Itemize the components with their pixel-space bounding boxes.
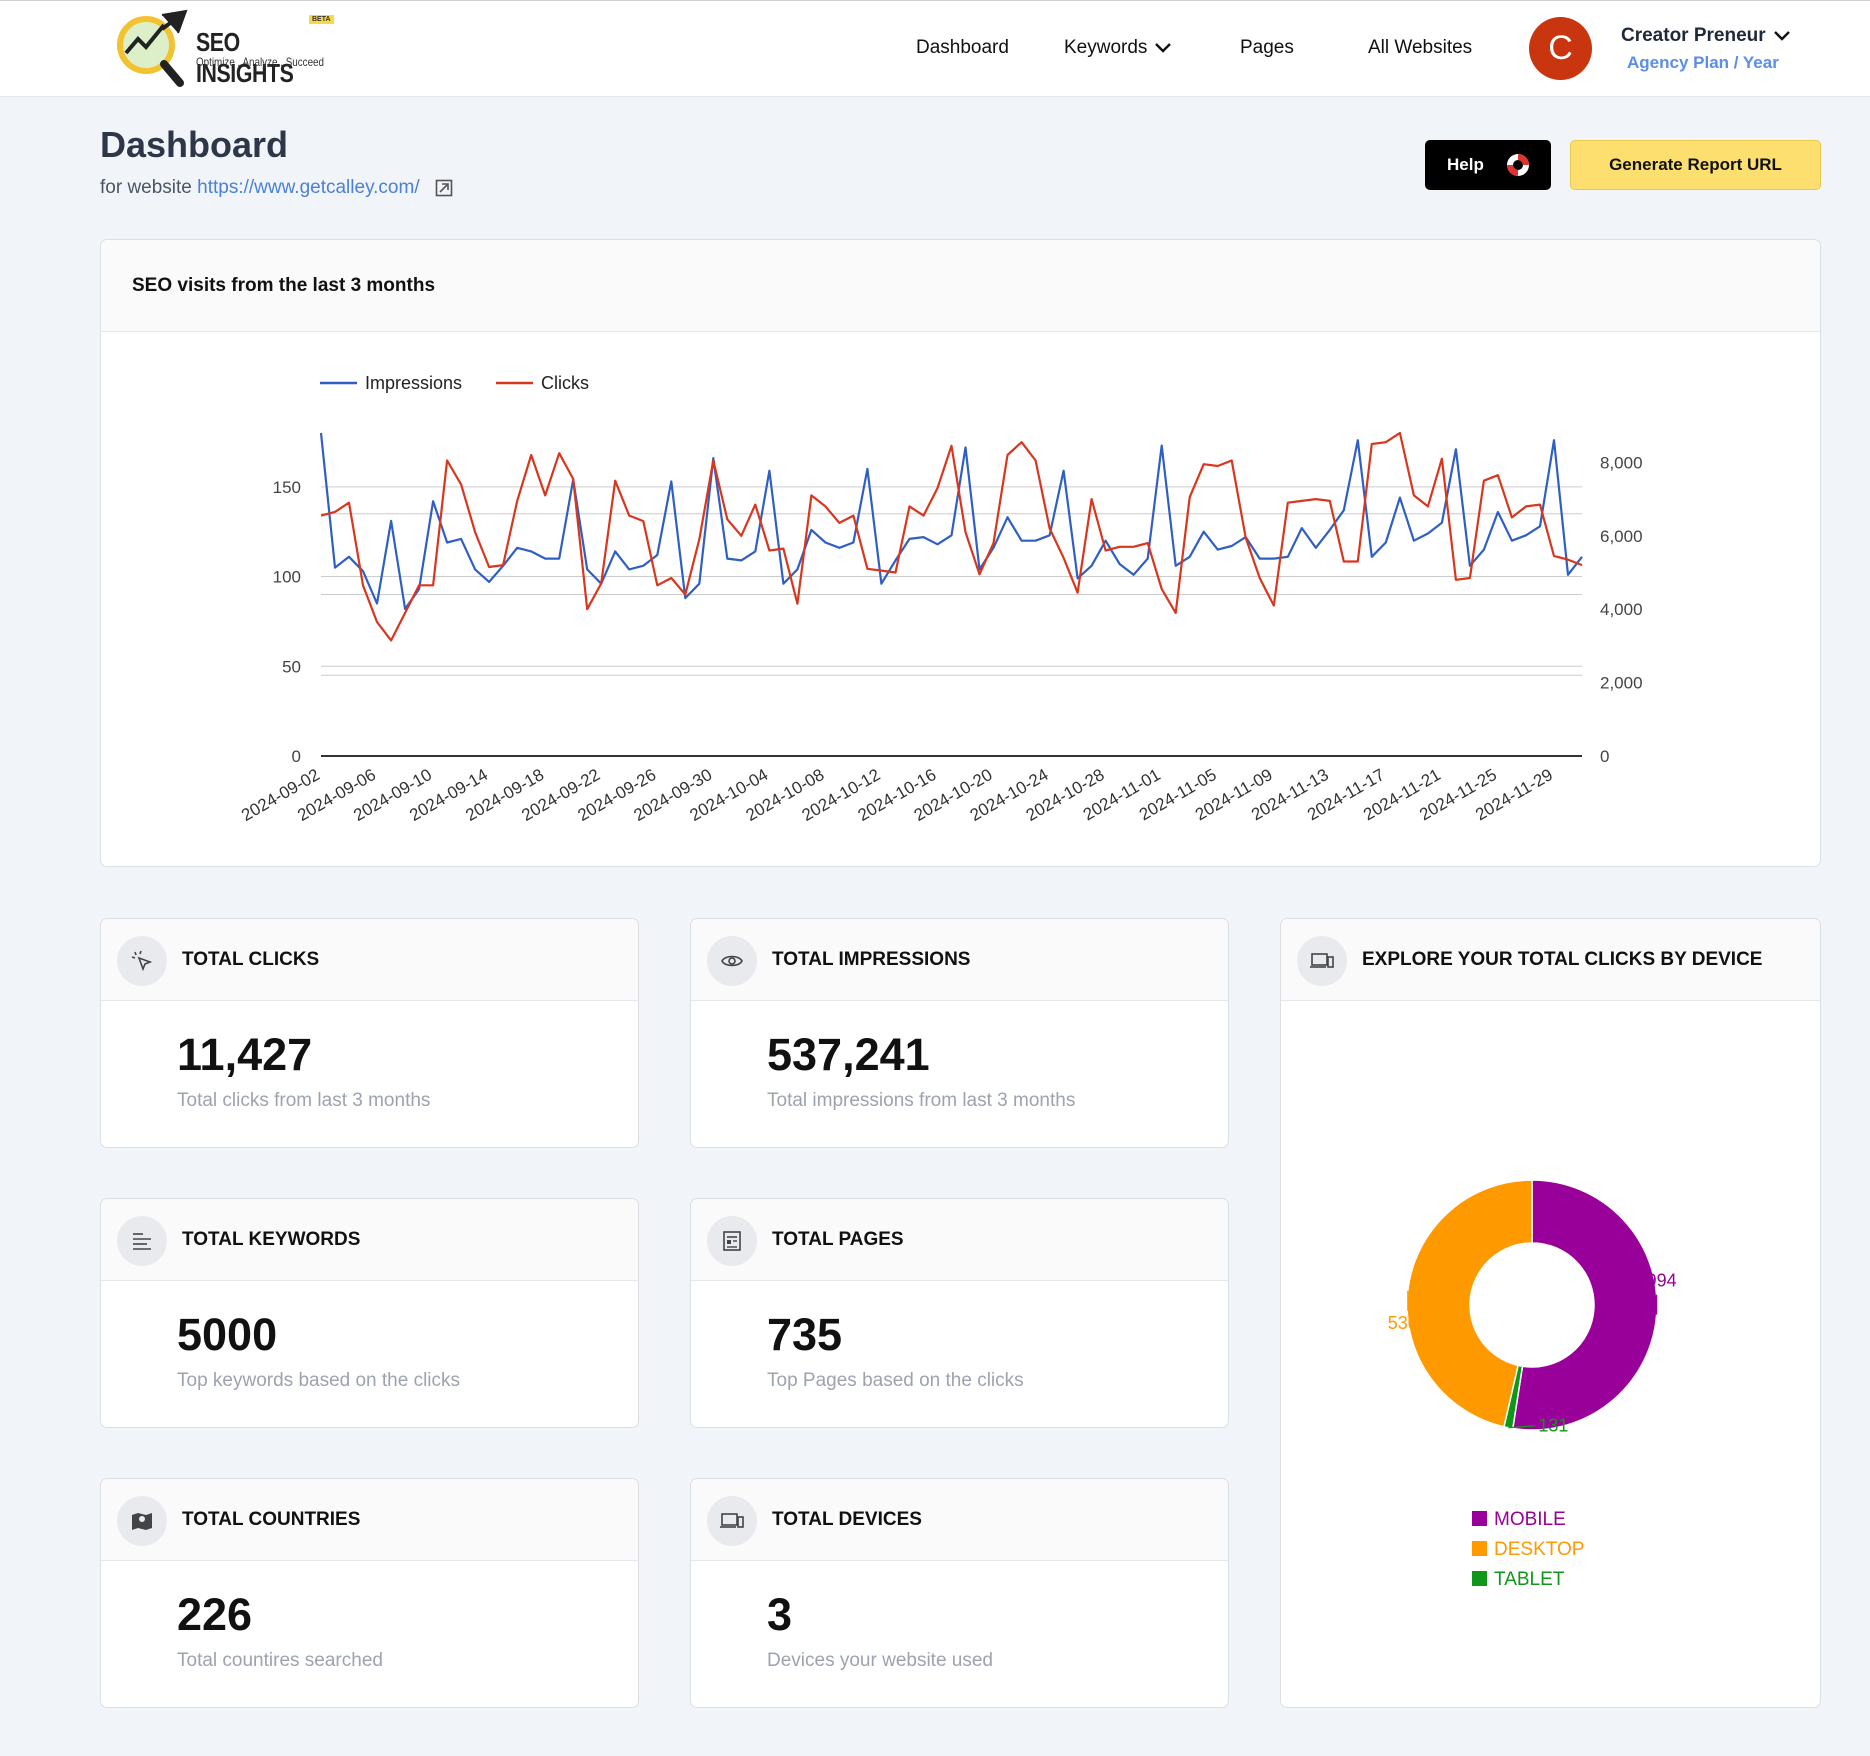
devices-icon — [707, 1496, 757, 1546]
nav-keywords[interactable]: Keywords — [1064, 37, 1172, 59]
beta-badge: BETA — [309, 15, 334, 24]
generate-report-button[interactable]: Generate Report URL — [1570, 140, 1821, 190]
nav-all-websites[interactable]: All Websites — [1368, 37, 1472, 59]
total-pages-card: TOTAL PAGES 735 Top Pages based on the c… — [690, 1198, 1229, 1428]
stat-title: TOTAL COUNTRIES — [182, 1509, 361, 1530]
card-header: TOTAL KEYWORDS — [101, 1199, 638, 1281]
external-link-icon[interactable] — [435, 179, 453, 197]
chevron-down-icon — [1773, 31, 1790, 41]
seo-visits-line-chart: 05010015002,0004,0006,0008,0002024-09-02… — [238, 373, 1643, 825]
legend-label: Clicks — [541, 373, 589, 393]
legend-label: Impressions — [365, 373, 462, 393]
y-left-tick-label: 50 — [282, 657, 301, 676]
help-button[interactable]: Help — [1425, 140, 1551, 190]
map-pin-icon — [117, 1496, 167, 1546]
y-left-tick-label: 100 — [273, 568, 301, 587]
card-header: TOTAL IMPRESSIONS — [691, 919, 1228, 1001]
stat-title: TOTAL KEYWORDS — [182, 1229, 361, 1250]
y-left-tick-label: 0 — [292, 747, 301, 766]
legend-swatch — [1472, 1511, 1487, 1526]
card-header: TOTAL PAGES — [691, 1199, 1228, 1281]
nav-all-websites-label: All Websites — [1368, 37, 1473, 58]
stat-title: TOTAL IMPRESSIONS — [772, 949, 971, 970]
nav-dashboard[interactable]: Dashboard — [916, 37, 1009, 59]
stat-title: TOTAL DEVICES — [772, 1509, 922, 1530]
series-line-impressions — [319, 432, 1583, 610]
user-name: Creator Preneur — [1621, 25, 1766, 46]
brand-logo[interactable]: SEO INSIGHTS BETA Optimize . Analyze . S… — [112, 7, 342, 89]
text-list-icon — [117, 1216, 167, 1266]
card-header: TOTAL CLICKS — [101, 919, 638, 1001]
stat-value: 226 — [177, 1589, 253, 1640]
legend-label: DESKTOP — [1494, 1539, 1585, 1560]
device-card-title: EXPLORE YOUR TOTAL CLICKS BY DEVICE — [1362, 949, 1763, 970]
stat-description: Total impressions from last 3 months — [767, 1090, 1076, 1111]
website-subtitle: for website https://www.getcalley.com/ — [100, 177, 453, 199]
magnifier-chart-icon — [117, 9, 188, 87]
subtitle-prefix: for website — [100, 177, 192, 198]
y-right-tick-label: 6,000 — [1600, 527, 1643, 546]
stat-value: 11,427 — [177, 1029, 313, 1080]
lifebuoy-icon — [1507, 154, 1529, 176]
top-navbar: SEO INSIGHTS BETA Optimize . Analyze . S… — [0, 0, 1870, 97]
stat-value: 3 — [767, 1589, 793, 1640]
user-plan: Agency Plan / Year — [1627, 53, 1779, 72]
card-header: TOTAL COUNTRIES — [101, 1479, 638, 1561]
user-menu[interactable]: Creator Preneur — [1621, 25, 1790, 47]
total-devices-card: TOTAL DEVICES 3 Devices your website use… — [690, 1478, 1229, 1708]
total-impressions-card: TOTAL IMPRESSIONS 537,241 Total impressi… — [690, 918, 1229, 1148]
stat-description: Top keywords based on the clicks — [177, 1370, 461, 1391]
donut-slice-mobile — [1511, 1179, 1658, 1431]
legend-label: TABLET — [1494, 1569, 1565, 1590]
legend-item-tablet[interactable]: TABLET — [1472, 1569, 1564, 1591]
stat-value: 5000 — [177, 1309, 278, 1360]
legend-item-mobile[interactable]: MOBILE — [1472, 1509, 1566, 1531]
y-right-tick-label: 0 — [1600, 747, 1609, 766]
stat-title: TOTAL CLICKS — [182, 949, 320, 970]
nav-pages-label: Pages — [1240, 37, 1294, 58]
stat-value: 735 — [767, 1309, 843, 1360]
total-keywords-card: TOTAL KEYWORDS 5000 Top keywords based o… — [100, 1198, 639, 1428]
eye-icon — [707, 936, 757, 986]
nav-pages[interactable]: Pages — [1240, 37, 1294, 59]
y-left-tick-label: 150 — [273, 478, 301, 497]
card-header: EXPLORE YOUR TOTAL CLICKS BY DEVICE — [1281, 919, 1820, 1001]
stat-description: Total countires searched — [177, 1650, 383, 1671]
chevron-down-icon — [1155, 43, 1172, 53]
stat-description: Total clicks from last 3 months — [177, 1090, 431, 1111]
nav-keywords-label: Keywords — [1064, 37, 1148, 58]
y-right-tick-label: 2,000 — [1600, 674, 1643, 693]
seo-visits-card: SEO visits from the last 3 months 0 50 100… — [100, 239, 1821, 867]
page-title: Dashboard — [100, 124, 289, 165]
stat-description: Devices your website used — [767, 1650, 993, 1671]
total-countries-card: TOTAL COUNTRIES 226 Total countires sear… — [100, 1478, 639, 1708]
device-donut-chart: 5994 131 5302 — [1388, 1179, 1677, 1436]
legend-swatch — [1472, 1541, 1487, 1556]
series-line-clicks — [320, 431, 1583, 642]
cursor-click-icon — [117, 936, 167, 986]
stat-value: 537,241 — [767, 1029, 930, 1080]
stat-description: Top Pages based on the clicks — [767, 1370, 1024, 1391]
legend-item-desktop[interactable]: DESKTOP — [1472, 1539, 1584, 1561]
y-right-tick-label: 4,000 — [1600, 600, 1643, 619]
legend-swatch — [1472, 1571, 1487, 1586]
help-button-label: Help — [1447, 155, 1484, 174]
devices-icon — [1297, 936, 1347, 986]
legend-label: MOBILE — [1494, 1509, 1566, 1530]
page-icon — [707, 1216, 757, 1266]
nav-dashboard-label: Dashboard — [916, 37, 1009, 58]
seo-visits-title: SEO visits from the last 3 months — [101, 240, 1820, 332]
donut-value-label: 5994 — [1637, 1271, 1677, 1291]
total-clicks-card: TOTAL CLICKS 11,427 Total clicks from la… — [100, 918, 639, 1148]
avatar[interactable]: C — [1529, 17, 1592, 80]
donut-value-label: 131 — [1538, 1416, 1568, 1436]
card-header: TOTAL DEVICES — [691, 1479, 1228, 1561]
y-right-tick-label: 8,000 — [1600, 453, 1643, 472]
brand-tagline: Optimize . Analyze . Succeed — [196, 55, 324, 69]
donut-value-label: 5302 — [1388, 1313, 1428, 1333]
clicks-by-device-card: EXPLORE YOUR TOTAL CLICKS BY DEVICE 5994… — [1280, 918, 1821, 1708]
stat-title: TOTAL PAGES — [772, 1229, 904, 1250]
website-link[interactable]: https://www.getcalley.com/ — [197, 177, 419, 198]
